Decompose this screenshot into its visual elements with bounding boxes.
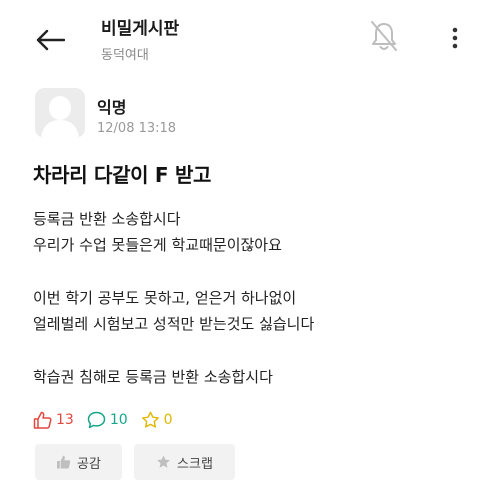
speech-bubble-icon bbox=[87, 411, 106, 429]
star-icon bbox=[141, 411, 159, 428]
post-body-line: 등록금 반환 소송합시다 bbox=[33, 210, 181, 228]
back-button[interactable] bbox=[28, 18, 72, 62]
board-title: 비밀게시판 bbox=[101, 19, 180, 39]
post-body-line: 이번 학기 공부도 못하고, 얻은거 하나없이 bbox=[33, 289, 297, 307]
post-body: 등록금 반환 소송합시다 우리가 수업 못들은게 학교때문이잖아요 이번 학기 … bbox=[33, 206, 473, 390]
scrap-count: 0 bbox=[163, 412, 173, 428]
like-stat: 13 bbox=[33, 411, 74, 429]
bell-off-icon bbox=[371, 21, 397, 51]
reaction-stats: 13 10 0 bbox=[33, 408, 186, 432]
more-vertical-icon bbox=[452, 27, 458, 49]
scrap-stat: 0 bbox=[141, 411, 173, 429]
empathy-button-label: 공감 bbox=[77, 456, 101, 472]
empathy-button[interactable]: 공감 bbox=[35, 444, 122, 480]
post-timestamp: 12/08 13:18 bbox=[97, 121, 177, 136]
post-title: 차라리 다같이 F 받고 bbox=[33, 163, 212, 187]
comment-stat: 10 bbox=[87, 411, 128, 429]
arrow-left-icon bbox=[36, 29, 65, 51]
thumbs-up-icon bbox=[57, 455, 71, 469]
thumbs-up-icon bbox=[33, 411, 52, 429]
board-subtitle: 동덕여대 bbox=[101, 48, 149, 63]
author-avatar bbox=[35, 88, 85, 138]
post-body-line: 학습권 침해로 등록금 반환 소송합시다 bbox=[33, 368, 273, 386]
default-profile-icon bbox=[35, 88, 85, 138]
scrap-button[interactable]: 스크랩 bbox=[134, 444, 235, 480]
app-header: 비밀게시판 동덕여대 bbox=[0, 0, 500, 80]
more-options-button[interactable] bbox=[440, 20, 470, 56]
notification-toggle-button[interactable] bbox=[364, 16, 404, 56]
author-name: 익명 bbox=[97, 98, 127, 117]
post-body-line: 얼레벌레 시험보고 성적만 받는것도 싫습니다 bbox=[33, 315, 315, 333]
comment-count: 10 bbox=[109, 412, 128, 428]
scrap-button-label: 스크랩 bbox=[177, 456, 213, 472]
like-count: 13 bbox=[56, 412, 74, 428]
star-icon bbox=[157, 455, 170, 468]
post-body-line: 우리가 수업 못들은게 학교때문이잖아요 bbox=[33, 236, 282, 254]
